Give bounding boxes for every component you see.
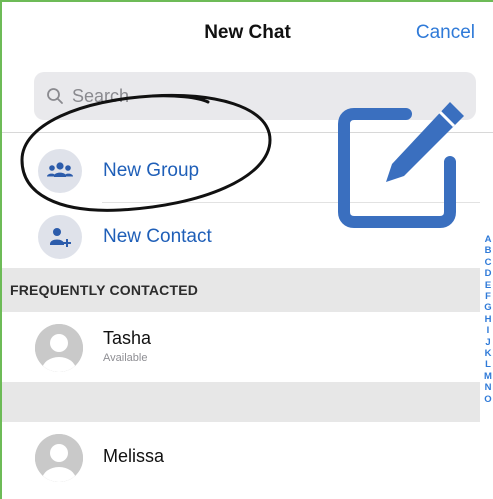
contact-row-tasha[interactable]: Tasha Available: [2, 316, 480, 380]
index-letter-k[interactable]: K: [485, 348, 492, 359]
index-letter-g[interactable]: G: [484, 302, 491, 313]
index-letter-b[interactable]: B: [485, 245, 492, 256]
person-placeholder-icon: [35, 434, 83, 482]
add-contact-icon: [50, 228, 71, 247]
index-letter-h[interactable]: H: [485, 314, 492, 325]
index-letter-l[interactable]: L: [485, 359, 491, 370]
compose-icon: [338, 102, 464, 228]
index-letter-j[interactable]: J: [485, 337, 490, 348]
index-letter-c[interactable]: C: [485, 257, 492, 268]
new-group-icon-badge: [38, 149, 82, 193]
contact-name: Tasha: [103, 328, 152, 348]
index-letter-e[interactable]: E: [485, 280, 491, 291]
new-contact-label: New Contact: [103, 226, 212, 247]
app-window: New Chat Cancel New Group: [0, 0, 493, 499]
section-spacer: [2, 382, 480, 422]
nav-header: New Chat Cancel: [2, 2, 493, 66]
index-letter-i[interactable]: I: [487, 325, 490, 336]
index-letter-n[interactable]: N: [485, 382, 492, 393]
search-icon: [47, 88, 63, 104]
section-header: FREQUENTLY CONTACTED: [2, 268, 480, 312]
group-icon: [47, 162, 73, 177]
new-group-label: New Group: [103, 160, 200, 181]
contact-name: Melissa: [103, 446, 165, 466]
person-placeholder-icon: [35, 324, 83, 372]
index-letter-f[interactable]: F: [485, 291, 491, 302]
alphabet-index[interactable]: A B C D E F G H I J K L M N O: [482, 234, 493, 405]
contact-row-melissa[interactable]: Melissa: [2, 426, 480, 490]
cancel-button[interactable]: Cancel: [416, 22, 475, 44]
section-title: FREQUENTLY CONTACTED: [10, 282, 199, 298]
contact-status: Available: [103, 352, 148, 364]
index-letter-m[interactable]: M: [484, 371, 492, 382]
index-letter-d[interactable]: D: [485, 268, 492, 279]
avatar: [35, 434, 83, 482]
index-letter-a[interactable]: A: [485, 234, 492, 245]
index-letter-o[interactable]: O: [484, 394, 491, 405]
avatar: [35, 324, 83, 372]
new-contact-icon-badge: [38, 215, 82, 259]
